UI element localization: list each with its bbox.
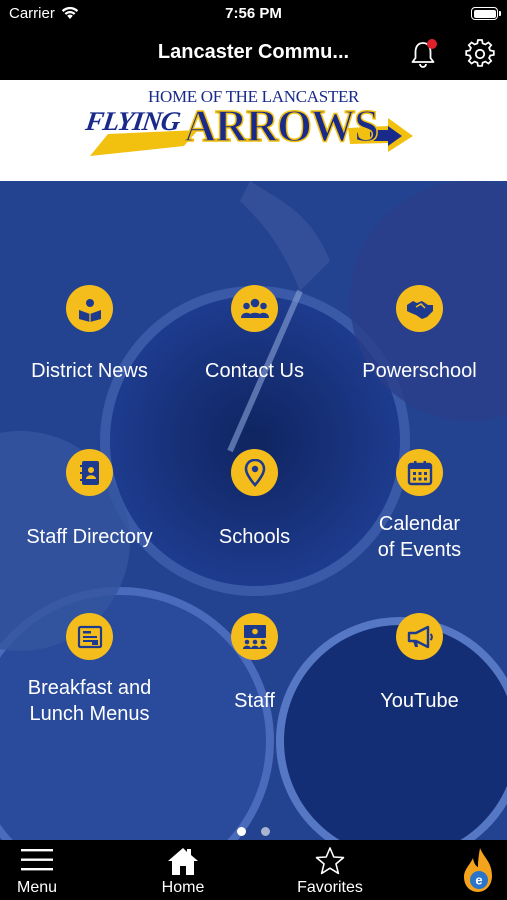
tile-calendar-of-events[interactable]: Calendar of Events [337,449,502,599]
school-banner: HOME OF THE LANCASTER FLYING ARROWS [0,80,507,181]
star-icon [315,847,345,875]
calendar-icon [396,449,443,496]
tab-bar: Menu Home Favorites e [0,840,507,900]
tab-label: Home [161,879,205,896]
menu-document-icon [66,613,113,660]
megaphone-icon [396,613,443,660]
presentation-board-icon [231,613,278,660]
banner-flying: FLYING [83,106,182,136]
tile-label: District News [31,360,148,382]
notifications-button[interactable] [409,39,439,69]
tile-label-line-2: Lunch Menus [29,703,150,725]
status-time: 7:56 PM [225,5,282,22]
tab-menu[interactable]: Menu [0,840,74,900]
tab-home[interactable]: Home [143,840,223,900]
contact-book-icon [66,449,113,496]
people-group-icon [231,285,278,332]
tile-district-news[interactable]: District News [7,285,172,435]
tile-label: Schools [218,526,291,548]
tile-staff-directory[interactable]: Staff Directory [7,449,172,599]
page-dot[interactable] [260,827,270,836]
app-brand-flame-icon[interactable]: e [461,846,495,894]
battery-icon [471,7,501,20]
settings-button[interactable] [465,39,495,69]
map-pin-icon [231,449,278,496]
reading-book-icon [66,285,113,332]
tab-label: Menu [16,879,58,896]
tile-label: YouTube [380,690,459,712]
banner-arrows: ARROWS [183,101,380,151]
home-icon [168,848,198,875]
tile-label: Contact Us [205,360,304,382]
tile-label: Staff [234,690,275,712]
notification-badge [427,39,437,49]
tile-label-line-1: Breakfast and [27,677,152,699]
tile-schools[interactable]: Schools [172,449,337,599]
tile-contact-us[interactable]: Contact Us [172,285,337,435]
tile-label: Staff Directory [26,526,153,548]
svg-text:e: e [475,873,482,888]
tile-youtube[interactable]: YouTube [337,613,502,763]
tile-breakfast-and-lunch-menus[interactable]: Breakfast and Lunch Menus [7,613,172,763]
handshake-icon [396,285,443,332]
nav-bar: Lancaster Commu... [0,28,507,80]
gear-icon [465,39,495,67]
tile-label-line-2: of Events [377,539,462,561]
tile-label-line-1: Calendar [378,513,461,535]
status-bar: Carrier 7:56 PM [0,0,507,28]
tile-powerschool[interactable]: Powerschool [337,285,502,435]
hamburger-menu-icon [21,849,53,871]
home-grid: District News Contact Us Powerschool Sta… [0,181,507,840]
tile-staff[interactable]: Staff [172,613,337,763]
tile-label: Powerschool [362,360,477,382]
page-indicator[interactable] [0,823,507,836]
tab-label: Favorites [297,879,363,896]
tab-favorites[interactable]: Favorites [288,840,372,900]
